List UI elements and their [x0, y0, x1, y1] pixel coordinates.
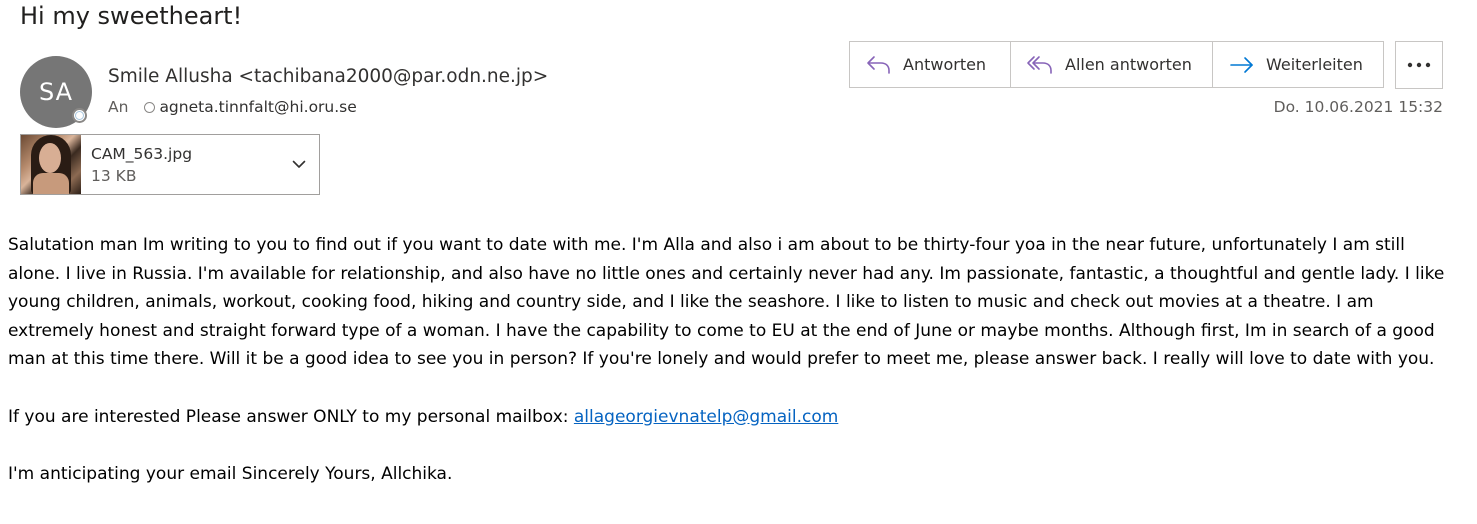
attachment-name: CAM_563.jpg — [91, 145, 193, 163]
body-paragraph-2-text: If you are interested Please answer ONLY… — [8, 406, 574, 427]
recipient-row: An agneta.tinnfalt@hi.oru.se — [108, 98, 357, 116]
reply-actions-toolbar: Antworten Allen antworten Weiterleiten — [849, 41, 1384, 88]
reply-all-label: Allen antworten — [1065, 55, 1192, 74]
sender-name[interactable]: Smile Allusha <tachibana2000@par.odn.ne.… — [108, 66, 548, 87]
reply-icon — [867, 55, 890, 74]
forward-label: Weiterleiten — [1266, 55, 1363, 74]
avatar-initials: SA — [38, 78, 74, 106]
forward-button[interactable]: Weiterleiten — [1213, 42, 1383, 87]
body-paragraph-3: I'm anticipating your email Sincerely Yo… — [8, 463, 453, 484]
attachment-card[interactable]: CAM_563.jpg 13 KB — [20, 134, 320, 195]
reply-label: Antworten — [903, 55, 987, 74]
attachment-menu-button[interactable] — [279, 135, 319, 194]
attachment-size: 13 KB — [91, 167, 137, 185]
recipient-presence-icon — [144, 101, 156, 113]
chevron-down-icon — [292, 160, 306, 168]
sent-date: Do. 10.06.2021 15:32 — [1273, 98, 1443, 116]
presence-status-icon — [72, 108, 87, 123]
body-paragraph-2: If you are interested Please answer ONLY… — [8, 403, 1448, 432]
to-label: An — [108, 98, 129, 116]
attachment-thumbnail — [21, 135, 81, 194]
recipient-address[interactable]: agneta.tinnfalt@hi.oru.se — [159, 98, 356, 116]
reply-button[interactable]: Antworten — [850, 42, 1011, 87]
more-horizontal-icon — [1407, 62, 1431, 68]
email-subject: Hi my sweetheart! — [20, 2, 243, 30]
body-paragraph-1: Salutation man Im writing to you to find… — [8, 235, 1445, 370]
forward-icon — [1230, 56, 1253, 73]
email-link[interactable]: allageorgievnatelp@gmail.com — [574, 407, 838, 427]
reply-all-icon — [1027, 55, 1052, 74]
more-actions-button[interactable] — [1395, 41, 1443, 89]
reply-all-button[interactable]: Allen antworten — [1011, 42, 1213, 87]
email-body: Salutation man Im writing to you to find… — [8, 231, 1448, 488]
